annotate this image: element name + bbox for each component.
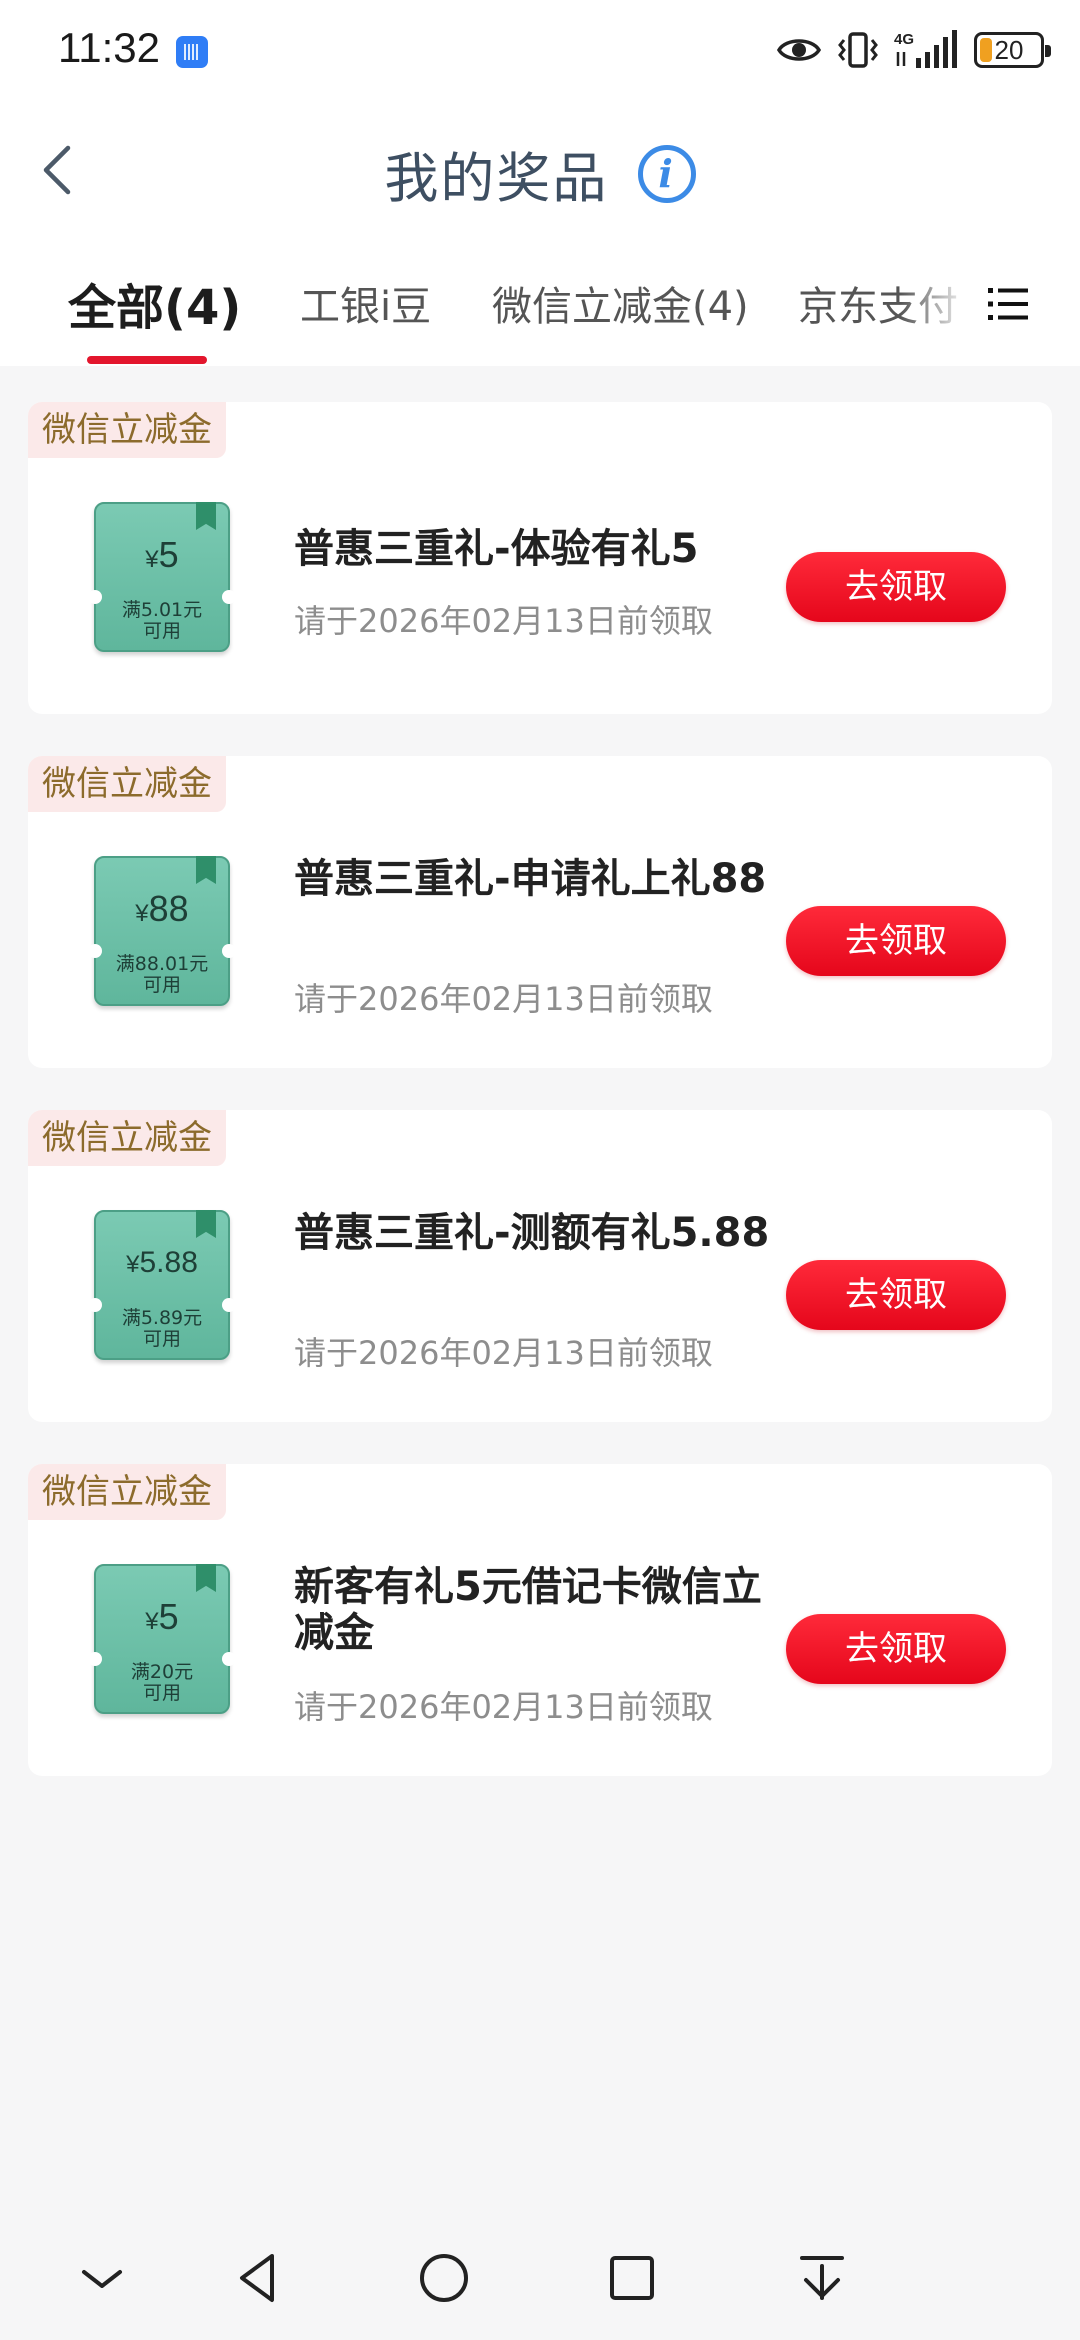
signal-icon: 4G [894,30,957,68]
coupon-icon: ¥5.88 满5.89元 可用 [88,1210,236,1360]
status-bar: 11:32 4G 20 [0,0,1080,100]
coupon-condition: 满5.01元 可用 [121,599,203,642]
coupon-badge-icon [196,1564,216,1592]
tab-bar: 全部(4) 工银i豆 微信立减金(4) 京东支付 [0,240,1080,366]
prize-deadline: 请于2026年02月13日前领取 [294,602,713,640]
coupon-badge-icon [196,1210,216,1238]
prize-card: 微信立减金 ¥5.88 满5.89元 可用 普惠三重礼-测额有礼5.88 请于20… [28,1110,1052,1422]
collapse-icon[interactable] [72,2248,132,2308]
prize-type-tag: 微信立减金 [28,756,226,812]
prize-name: 普惠三重礼-体验有礼5 [294,526,699,572]
coupon-badge-icon [196,502,216,530]
prize-type-tag: 微信立减金 [28,1464,226,1520]
coupon-amount: ¥5 [145,534,179,575]
claim-button[interactable]: 去领取 [786,552,1006,622]
coupon-condition: 满20元 可用 [130,1661,194,1704]
coupon-amount: ¥88 [135,888,189,929]
prize-name: 普惠三重礼-申请礼上礼88 [294,856,767,902]
claim-button[interactable]: 去领取 [786,1260,1006,1330]
tab-all[interactable]: 全部(4) [68,268,241,338]
header: 我的奖品 i [0,100,1080,240]
pull-down-icon[interactable] [792,2248,852,2308]
recents-icon[interactable] [602,2248,662,2308]
page-title: 我的奖品 i [0,134,1080,213]
prize-card: 微信立减金 ¥5 满5.01元 可用 普惠三重礼-体验有礼5 请于2026年02月… [28,402,1052,714]
battery-level: 20 [994,34,1024,65]
tab-icbc-beans[interactable]: 工银i豆 [300,274,431,332]
back-icon[interactable] [228,2248,288,2308]
home-icon[interactable] [414,2248,474,2308]
prize-deadline: 请于2026年02月13日前领取 [294,980,713,1018]
status-icons: 4G 20 [776,28,1051,72]
tab-wechat-discount[interactable]: 微信立减金(4) [492,274,749,332]
claim-button[interactable]: 去领取 [786,1614,1006,1684]
vibrate-icon [838,32,878,68]
prize-type-tag: 微信立减金 [28,1110,226,1166]
prize-type-tag: 微信立减金 [28,402,226,458]
info-icon[interactable]: i [637,144,696,203]
claim-button[interactable]: 去领取 [786,906,1006,976]
prize-card: 微信立减金 ¥88 满88.01元 可用 普惠三重礼-申请礼上礼88 请于2026… [28,756,1052,1068]
coupon-amount: ¥5.88 [126,1246,198,1279]
prize-deadline: 请于2026年02月13日前领取 [294,1688,713,1726]
battery-icon: 20 [974,32,1051,68]
tab-active-indicator [87,356,207,364]
voice-app-icon [176,36,208,68]
coupon-amount: ¥5 [145,1596,179,1637]
prize-name: 普惠三重礼-测额有礼5.88 [294,1210,770,1256]
prize-name: 新客有礼5元借记卡微信立减金 [294,1564,762,1656]
page-title-text: 我的奖品 [384,147,609,210]
eye-icon [776,39,822,61]
system-nav-bar [0,2210,1080,2340]
prize-deadline: 请于2026年02月13日前领取 [294,1334,713,1372]
status-time: 11:32 [58,24,160,71]
coupon-icon: ¥5 满5.01元 可用 [88,502,236,652]
menu-icon[interactable] [984,280,1032,328]
svg-text:4G: 4G [894,31,914,48]
coupon-badge-icon [196,856,216,884]
prize-card: 微信立减金 ¥5 满20元 可用 新客有礼5元借记卡微信立减金 请于2026年02… [28,1464,1052,1776]
coupon-icon: ¥88 满88.01元 可用 [88,856,236,1006]
coupon-condition: 满5.89元 可用 [121,1307,203,1350]
coupon-condition: 满88.01元 可用 [115,953,209,996]
coupon-icon: ¥5 满20元 可用 [88,1564,236,1714]
